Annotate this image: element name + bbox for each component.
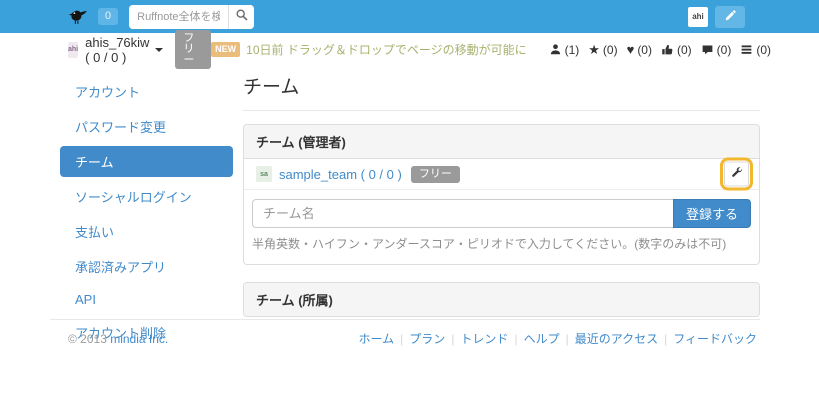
- topbar-right: ahi: [688, 6, 745, 28]
- global-search: [129, 5, 254, 29]
- footer-link-help[interactable]: ヘルプ: [524, 332, 560, 346]
- footer: © 2013 mindia Inc. ホーム|プラン|トレンド|ヘルプ|最近のア…: [0, 330, 819, 347]
- likes-stat[interactable]: ♥ (0): [627, 43, 652, 57]
- footer-link-feedback[interactable]: フィードバック: [673, 332, 757, 346]
- company-link[interactable]: mindia Inc.: [110, 332, 168, 346]
- comment-icon: [701, 43, 714, 56]
- page-title: チーム: [243, 64, 760, 111]
- wrench-icon: [731, 167, 743, 182]
- sidebar-item-account[interactable]: アカウント: [60, 76, 233, 107]
- team-settings-button[interactable]: [724, 162, 749, 187]
- chevron-down-icon[interactable]: [155, 48, 163, 52]
- members-stat[interactable]: (1): [549, 43, 580, 57]
- footer-link-recent-access[interactable]: 最近のアクセス: [575, 332, 658, 346]
- team-name-help-text: 半角英数・ハイフン・アンダースコア・ピリオドで入力してください。(数字のみは不可…: [252, 235, 751, 252]
- stars-stat[interactable]: ★ (0): [588, 43, 617, 57]
- team-admin-panel: チーム (管理者) sa sample_team ( 0 / 0 ) フリー: [243, 124, 760, 265]
- team-settings-area: [720, 158, 753, 191]
- team-member-panel-header: チーム (所属): [244, 283, 759, 316]
- topbar-left: 0: [68, 5, 688, 29]
- star-icon: ★: [588, 43, 600, 56]
- settings-sidebar: アカウント パスワード変更 チーム ソーシャルログイン 支払い 承認済みアプリ …: [60, 76, 233, 352]
- username-dropdown[interactable]: ahis_76kiw ( 0 / 0 ): [85, 35, 150, 65]
- list-icon: [740, 43, 753, 56]
- comments-stat[interactable]: (0): [701, 43, 732, 57]
- copyright-text: © 2013: [68, 332, 107, 346]
- team-row: sa sample_team ( 0 / 0 ) フリー: [244, 159, 759, 190]
- bird-logo-icon[interactable]: [68, 8, 90, 26]
- userbar-right: NEW 10日前 ドラッグ＆ドロップでページの移動が可能に (1) ★ (0): [211, 41, 771, 58]
- register-button[interactable]: 登録する: [673, 199, 751, 228]
- footer-left: © 2013 mindia Inc.: [68, 332, 168, 346]
- sidebar-item-approved-apps[interactable]: 承認済みアプリ: [60, 251, 233, 282]
- footer-link-home[interactable]: ホーム: [359, 332, 395, 346]
- footer-divider: [50, 319, 760, 320]
- search-input[interactable]: [129, 5, 228, 29]
- team-name-link[interactable]: sample_team ( 0 / 0 ): [279, 167, 402, 182]
- new-badge: NEW: [211, 42, 240, 57]
- team-admin-panel-header: チーム (管理者): [244, 125, 759, 159]
- user-avatar-small[interactable]: ahi: [68, 42, 78, 58]
- sidebar-item-payment[interactable]: 支払い: [60, 216, 233, 247]
- click-highlight-annotation: [720, 158, 753, 191]
- sidebar-item-social-login[interactable]: ソーシャルログイン: [60, 181, 233, 212]
- pages-stat[interactable]: (0): [740, 43, 771, 57]
- page: 0 ahi: [0, 0, 819, 401]
- person-icon: [549, 43, 562, 56]
- footer-link-plan[interactable]: プラン: [409, 332, 445, 346]
- footer-links: ホーム|プラン|トレンド|ヘルプ|最近のアクセス|フィードバック: [359, 330, 757, 347]
- heart-icon: ♥: [627, 43, 635, 56]
- user-avatar[interactable]: ahi: [688, 7, 708, 27]
- team-name-input[interactable]: [252, 199, 673, 228]
- pencil-icon: [724, 9, 737, 25]
- team-member-panel: チーム (所属): [243, 282, 760, 317]
- search-button[interactable]: [228, 5, 254, 29]
- sidebar-item-password[interactable]: パスワード変更: [60, 111, 233, 142]
- userbar-left: ahi ahis_76kiw ( 0 / 0 ) フリー: [68, 30, 211, 69]
- team-name-input-group: 登録する: [252, 199, 751, 228]
- top-navbar: 0 ahi: [0, 0, 819, 33]
- user-context-bar: ahi ahis_76kiw ( 0 / 0 ) フリー NEW 10日前 ドラ…: [0, 33, 819, 66]
- plan-badge: フリー: [175, 30, 211, 69]
- search-icon: [235, 8, 249, 25]
- team-plan-badge: フリー: [411, 166, 460, 183]
- thumbs-stat[interactable]: (0): [661, 43, 692, 57]
- new-page-button[interactable]: [715, 6, 745, 28]
- sidebar-item-api[interactable]: API: [60, 286, 233, 313]
- notification-count-badge[interactable]: 0: [98, 8, 118, 25]
- news-link[interactable]: 10日前 ドラッグ＆ドロップでページの移動が可能に: [246, 41, 526, 58]
- main-content: チーム チーム (管理者) sa sample_team ( 0 / 0 ) フ…: [243, 64, 760, 317]
- thumbs-up-icon: [661, 43, 674, 56]
- sidebar-item-team[interactable]: チーム: [60, 146, 233, 177]
- footer-link-trend[interactable]: トレンド: [460, 332, 508, 346]
- activity-stats: (1) ★ (0) ♥ (0) (0: [540, 43, 771, 57]
- create-team-form: 登録する 半角英数・ハイフン・アンダースコア・ピリオドで入力してください。(数字…: [244, 190, 759, 264]
- team-avatar[interactable]: sa: [256, 166, 272, 182]
